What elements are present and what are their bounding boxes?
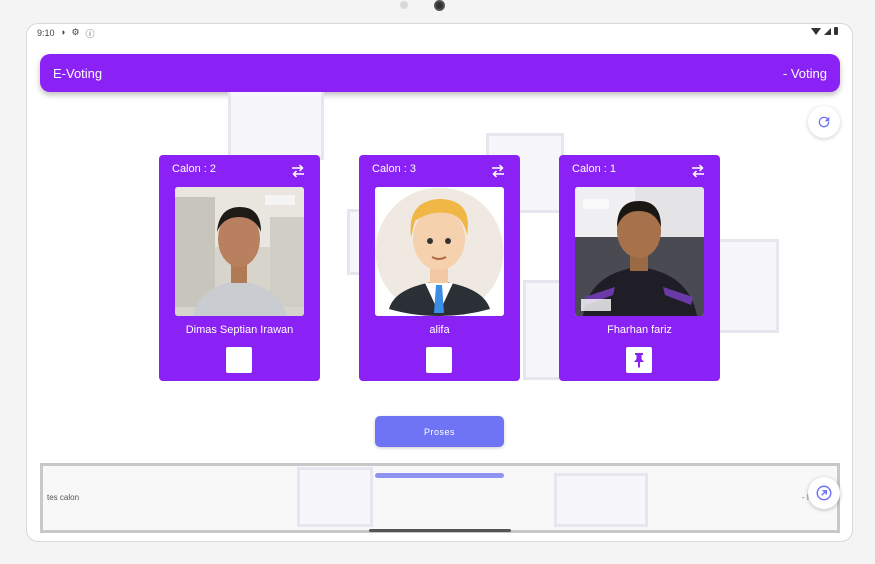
settings-icon: ⚙ <box>71 27 80 37</box>
background-tile <box>523 280 563 380</box>
signal-icon <box>824 27 831 35</box>
candidate-card[interactable]: Calon : 3 alifa <box>359 155 520 381</box>
battery-icon <box>834 27 838 35</box>
candidate-checkbox[interactable] <box>226 347 252 373</box>
candidate-photo <box>375 187 504 316</box>
status-time: 9:10 <box>37 28 55 38</box>
swap-icon[interactable] <box>689 163 707 179</box>
sensor-dot <box>400 1 408 9</box>
swap-icon[interactable] <box>489 163 507 179</box>
home-indicator[interactable] <box>369 529 511 532</box>
candidate-number: Calon : 2 <box>172 163 217 175</box>
app-subtitle: - Voting <box>782 66 827 81</box>
open-button[interactable] <box>808 477 840 509</box>
wifi-icon <box>811 27 821 35</box>
status-bar: 9:10 ◑ ⚙ ⓘ <box>27 24 852 42</box>
arrow-outward-icon <box>816 485 832 501</box>
candidate-card[interactable]: Calon : 2 Dimas Septian Irawan <box>159 155 320 381</box>
background-tile <box>554 473 648 527</box>
candidate-name: Dimas Septian Irawan <box>185 324 294 336</box>
background-tile <box>717 239 779 333</box>
background-tile <box>297 467 373 527</box>
camera-lens <box>434 0 445 11</box>
tablet-screen: 9:10 ◑ ⚙ ⓘ E-Voting - Voting Calon : 2 D… <box>26 23 853 542</box>
alarm-icon: ◑ <box>60 27 66 37</box>
candidate-number: Calon : 3 <box>372 163 417 175</box>
info-icon: ⓘ <box>85 29 95 39</box>
progress-indicator <box>375 473 504 478</box>
background-tile <box>228 92 324 160</box>
candidate-name: alifa <box>429 324 450 336</box>
app-title: E-Voting <box>53 66 103 81</box>
candidate-name: Fharhan fariz <box>607 324 672 336</box>
swap-icon[interactable] <box>289 163 307 179</box>
pin-icon <box>634 353 644 368</box>
candidate-photo <box>575 187 704 316</box>
candidate-checkbox-checked[interactable] <box>626 347 652 373</box>
candidate-photo <box>175 187 304 316</box>
proses-button[interactable]: Proses <box>375 416 504 447</box>
candidate-card[interactable]: Calon : 1 Fharhan fariz <box>559 155 720 381</box>
candidate-checkbox[interactable] <box>426 347 452 373</box>
panel-label: tes calon <box>47 493 80 502</box>
refresh-icon <box>818 116 830 128</box>
refresh-button[interactable] <box>808 106 840 138</box>
candidate-number: Calon : 1 <box>572 163 617 175</box>
app-bar: E-Voting - Voting <box>40 54 840 92</box>
